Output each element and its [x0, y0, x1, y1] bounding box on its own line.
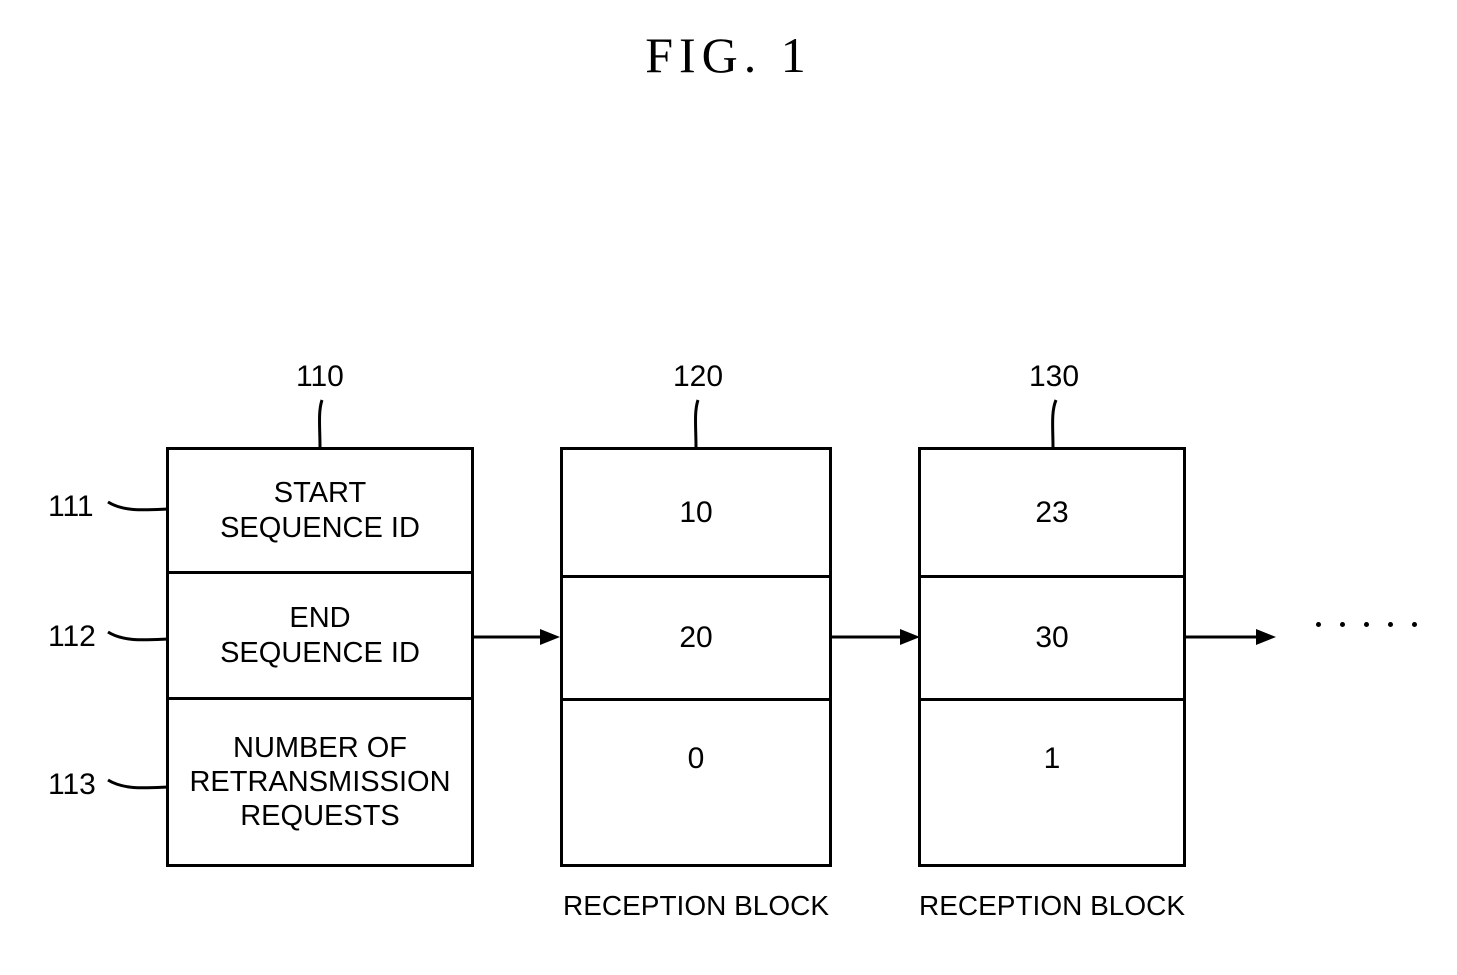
cell-line: END [289, 602, 351, 635]
figure-page: FIG. 1 110 120 130 111 112 113 START SEQ… [0, 0, 1457, 975]
cell-line: SEQUENCE ID [220, 511, 420, 544]
cell-end-sequence-id-value: 20 [563, 575, 829, 698]
leader-line-120 [694, 399, 700, 448]
reference-numeral-120: 120 [673, 360, 724, 393]
connector-arrow-continuation [1186, 629, 1276, 645]
leader-line-113 [107, 778, 169, 790]
reference-numeral-112: 112 [48, 620, 96, 653]
ellipsis-dot [1316, 622, 1321, 627]
reference-numeral-113: 113 [48, 768, 96, 801]
leader-line-112 [107, 630, 169, 642]
connector-arrow-110-to-120 [474, 629, 560, 645]
cell-line: START [273, 477, 367, 510]
cell-number-of-retransmission-requests: NUMBER OF RETRANSMISSION REQUESTS [169, 697, 471, 864]
ellipsis-dot [1388, 622, 1393, 627]
continuation-ellipsis [1316, 622, 1417, 627]
ellipsis-dot [1412, 622, 1417, 627]
cell-line: REQUESTS [240, 800, 400, 833]
cell-end-sequence-id-value: 30 [921, 575, 1183, 698]
ellipsis-dot [1364, 622, 1369, 627]
reception-block-120: 10 20 0 [560, 447, 832, 867]
reference-numeral-130: 130 [1029, 360, 1080, 393]
cell-retransmission-requests-value: 0 [563, 698, 829, 864]
cell-start-sequence-id: START SEQUENCE ID [169, 450, 471, 571]
cell-start-sequence-id-value: 23 [1035, 495, 1069, 529]
cell-start-sequence-id-value: 10 [679, 495, 713, 529]
leader-line-130 [1051, 399, 1058, 448]
connector-arrow-120-to-130 [832, 629, 920, 645]
reception-block-130: 23 30 1 [918, 447, 1186, 867]
cell-line: RETRANSMISSION [189, 765, 451, 798]
leader-line-111 [107, 500, 169, 512]
cell-retransmission-requests-value: 1 [921, 698, 1183, 864]
page-title: FIG. 1 [645, 27, 812, 83]
leader-line-110 [318, 399, 324, 448]
cell-end-sequence-id: END SEQUENCE ID [169, 571, 471, 697]
ellipsis-dot [1340, 622, 1345, 627]
reference-numeral-111: 111 [48, 490, 94, 523]
cell-line: SEQUENCE ID [220, 636, 420, 669]
reference-numeral-110: 110 [296, 360, 344, 393]
block-caption-130: RECEPTION BLOCK [918, 890, 1186, 921]
cell-line: NUMBER OF [233, 731, 407, 764]
block-caption-120: RECEPTION BLOCK [562, 890, 830, 921]
field-name-block-110: START SEQUENCE ID END SEQUENCE ID NUMBER… [166, 447, 474, 867]
